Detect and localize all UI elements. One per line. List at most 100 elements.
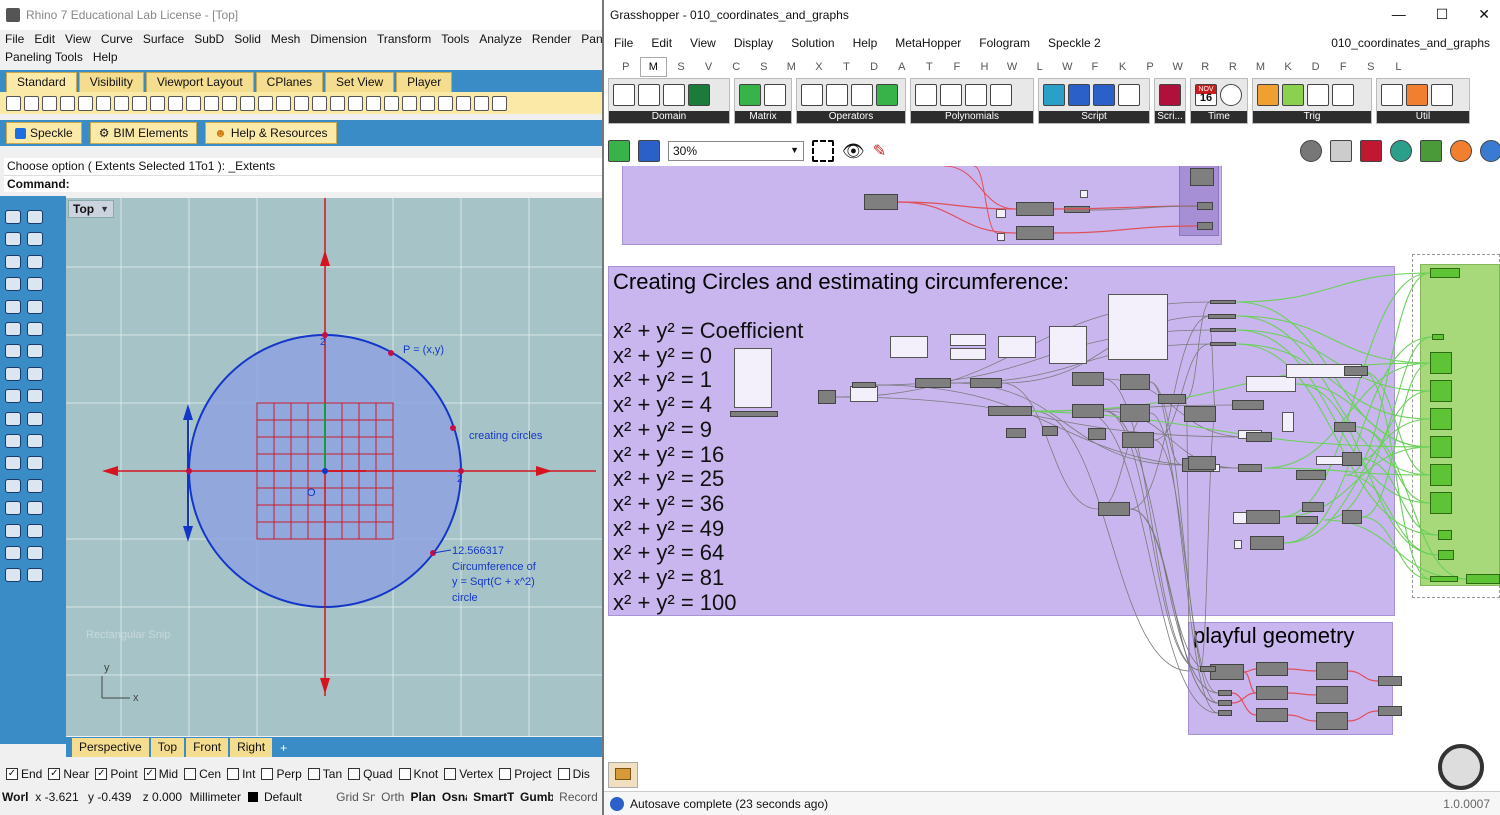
status-ortho[interactable]: Ortho bbox=[381, 790, 404, 804]
gh-component[interactable] bbox=[1342, 452, 1362, 466]
csharp-script-3-icon[interactable] bbox=[1093, 84, 1115, 106]
osnap-checkbox[interactable]: ✓ bbox=[48, 768, 61, 780]
gh-component[interactable] bbox=[1210, 300, 1236, 304]
gh-component[interactable] bbox=[1218, 690, 1232, 696]
freeform-icon[interactable] bbox=[27, 299, 43, 314]
rhino-menu-surface[interactable]: Surface bbox=[143, 32, 184, 46]
render-sphere-icon[interactable] bbox=[1480, 140, 1500, 162]
component-tab-24[interactable]: K bbox=[1274, 61, 1302, 73]
ghosted-icon[interactable] bbox=[366, 95, 381, 111]
gh-component[interactable] bbox=[1064, 206, 1090, 213]
gh-component[interactable] bbox=[1302, 502, 1324, 512]
osnap-perp[interactable]: Perp bbox=[261, 767, 302, 781]
component-tab-2[interactable]: S bbox=[667, 61, 695, 73]
add-viewport-tab-button[interactable]: + bbox=[274, 739, 293, 757]
component-tab-19[interactable]: P bbox=[1136, 61, 1164, 73]
extrude-icon[interactable] bbox=[27, 322, 43, 336]
layer-icon[interactable] bbox=[330, 95, 345, 111]
component-tab-16[interactable]: W bbox=[1054, 61, 1082, 73]
osnap-project[interactable]: Project bbox=[499, 767, 552, 781]
gh-component[interactable] bbox=[988, 406, 1032, 416]
gh-panel[interactable] bbox=[1246, 376, 1296, 392]
array-icon[interactable] bbox=[5, 523, 21, 538]
preview-selected-icon[interactable] bbox=[1360, 140, 1382, 162]
rhino-menu-subd[interactable]: SubD bbox=[194, 32, 224, 46]
matrix-grid-icon[interactable] bbox=[764, 84, 786, 106]
block-icon[interactable] bbox=[27, 501, 43, 516]
component-tab-17[interactable]: F bbox=[1081, 61, 1109, 73]
component-tab-1[interactable]: M bbox=[639, 57, 668, 77]
point-icon[interactable] bbox=[27, 210, 43, 224]
properties-icon[interactable] bbox=[348, 95, 363, 111]
gh-component[interactable] bbox=[1250, 536, 1284, 550]
rhino-menu-curve[interactable]: Curve bbox=[101, 32, 133, 46]
polyline-icon[interactable] bbox=[5, 232, 21, 247]
gh-component[interactable] bbox=[1256, 708, 1288, 722]
zoom-icon[interactable] bbox=[204, 95, 219, 111]
gh-component[interactable] bbox=[1188, 456, 1216, 470]
gh-panel[interactable] bbox=[850, 386, 878, 402]
component-tab-9[interactable]: D bbox=[860, 61, 888, 73]
rhino-menu-render[interactable]: Render bbox=[532, 32, 571, 46]
split-icon[interactable] bbox=[27, 411, 43, 426]
car-icon[interactable] bbox=[312, 95, 327, 111]
gh-component[interactable] bbox=[1190, 168, 1214, 186]
gh-panel[interactable] bbox=[734, 348, 772, 408]
gh-component[interactable] bbox=[1342, 510, 1362, 524]
osnap-knot[interactable]: Knot bbox=[398, 767, 438, 781]
trim-icon[interactable] bbox=[27, 389, 43, 404]
gh-menu-fologram[interactable]: Fologram bbox=[979, 36, 1030, 50]
display-mesh-icon[interactable] bbox=[1390, 140, 1412, 162]
component-tab-7[interactable]: X bbox=[805, 61, 833, 73]
status-osnap[interactable]: Osnap bbox=[442, 790, 467, 804]
gh-component[interactable] bbox=[1208, 314, 1236, 319]
ellipse-icon[interactable] bbox=[5, 299, 21, 314]
osnap-dis[interactable]: Dis bbox=[557, 767, 590, 781]
gh-menu-metahopper[interactable]: MetaHopper bbox=[895, 36, 961, 50]
gh-component[interactable] bbox=[1316, 662, 1348, 680]
osnap-checkbox[interactable] bbox=[184, 768, 197, 780]
gh-component[interactable] bbox=[1098, 502, 1130, 516]
gh-component[interactable] bbox=[1200, 666, 1216, 672]
component-tab-26[interactable]: F bbox=[1329, 61, 1357, 73]
trig-function-2-icon[interactable] bbox=[1332, 84, 1354, 106]
ribbon-label-script[interactable]: Script bbox=[1039, 111, 1149, 123]
rhino-menu-panels[interactable]: Pane bbox=[581, 32, 602, 46]
zoom-extents-icon[interactable] bbox=[812, 140, 834, 162]
component-tab-23[interactable]: M bbox=[1247, 61, 1275, 73]
rhino-menu-analyze[interactable]: Analyze bbox=[479, 32, 522, 46]
osnap-cen[interactable]: Cen bbox=[184, 767, 221, 781]
status-layer[interactable]: Default bbox=[264, 790, 330, 804]
power-of-10-icon[interactable] bbox=[965, 84, 987, 106]
rhino-menu-solid[interactable]: Solid bbox=[234, 32, 261, 46]
sphere-icon[interactable] bbox=[456, 95, 471, 111]
vptab-perspective[interactable]: Perspective bbox=[72, 738, 149, 757]
zoom-selected-icon[interactable] bbox=[258, 95, 273, 111]
tab-help-resources[interactable]: ☻ Help & Resources bbox=[205, 122, 337, 144]
gh-panel[interactable] bbox=[1049, 326, 1087, 364]
gh-panel[interactable] bbox=[1282, 412, 1294, 432]
tab-speckle[interactable]: Speckle bbox=[6, 122, 82, 144]
tab-viewport-layout[interactable]: Viewport Layout bbox=[145, 72, 254, 92]
component-tab-4[interactable]: C bbox=[722, 61, 750, 73]
cylinder-icon[interactable] bbox=[5, 366, 21, 381]
component-tab-20[interactable]: W bbox=[1164, 61, 1192, 73]
command-prompt[interactable]: Command: bbox=[4, 175, 602, 192]
component-tab-8[interactable]: T bbox=[833, 61, 861, 73]
ribbon-label-operators[interactable]: Operators bbox=[797, 111, 905, 123]
graph-icon[interactable] bbox=[1431, 84, 1453, 106]
osnap-near[interactable]: ✓ Near bbox=[48, 767, 89, 781]
tab-cplanes[interactable]: CPlanes bbox=[255, 72, 324, 92]
vptab-front[interactable]: Front bbox=[186, 738, 229, 757]
rectangle-icon[interactable] bbox=[5, 277, 21, 292]
power-icon[interactable] bbox=[915, 84, 937, 106]
ribbon-label-matrix[interactable]: Matrix bbox=[735, 111, 791, 123]
analyze-icon[interactable] bbox=[5, 546, 21, 560]
gh-component[interactable] bbox=[818, 390, 836, 404]
gh-output-param[interactable] bbox=[1430, 464, 1452, 486]
gh-component[interactable] bbox=[1296, 470, 1326, 480]
rhino-menu-transform[interactable]: Transform bbox=[377, 32, 431, 46]
osnap-checkbox[interactable] bbox=[261, 768, 274, 780]
gh-component[interactable] bbox=[1246, 510, 1280, 524]
undo-view-icon[interactable] bbox=[276, 95, 291, 111]
